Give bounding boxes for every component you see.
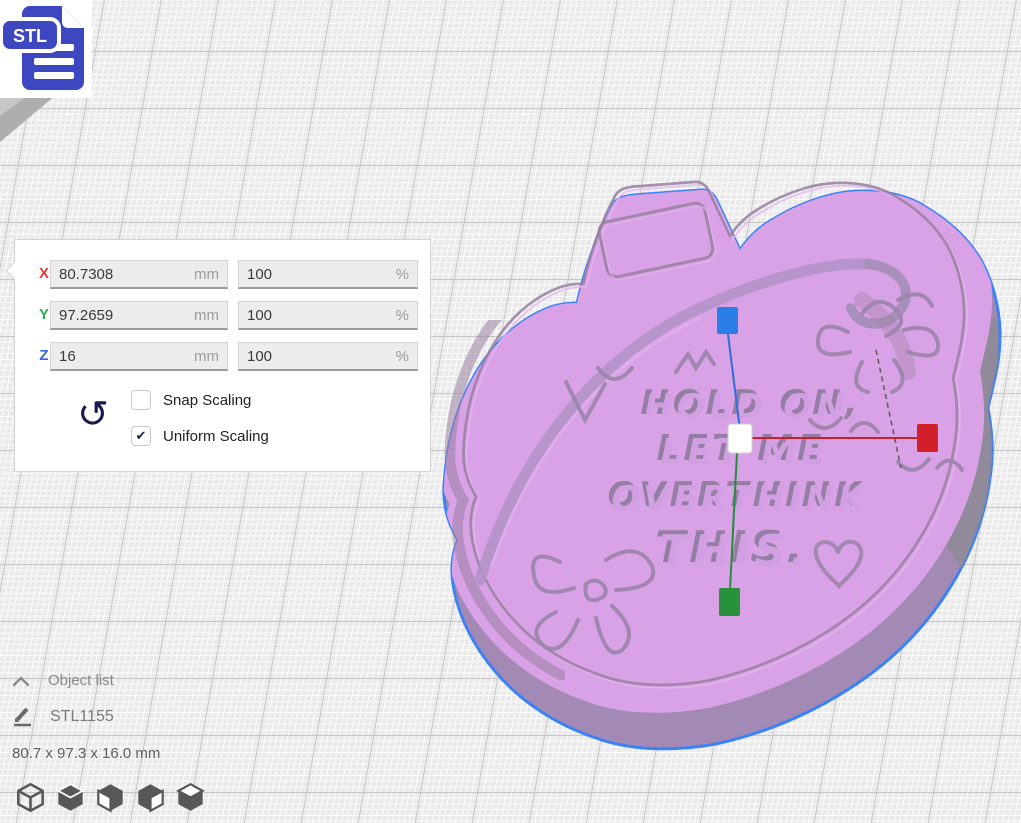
view-front-icon[interactable] — [56, 782, 85, 813]
z-axis-row: Z 16 mm 100 % — [15, 342, 430, 371]
z-percent-value: 100 — [247, 348, 272, 365]
object-list-header[interactable]: Object list — [12, 672, 114, 689]
y-size-unit: mm — [194, 307, 219, 324]
view-top-icon[interactable] — [96, 782, 125, 813]
svg-text:THIS.: THIS. — [659, 526, 811, 577]
uniform-scaling-label: Uniform Scaling — [163, 428, 269, 445]
x-percent-input[interactable]: 100 % — [238, 260, 418, 289]
z-percent-input[interactable]: 100 % — [238, 342, 418, 371]
model-dimensions: 80.7 x 97.3 x 16.0 mm — [12, 745, 160, 762]
y-size-value: 97.2659 — [59, 307, 113, 324]
uniform-scaling-checkbox[interactable]: ✔ — [131, 426, 151, 446]
y-percent-input[interactable]: 100 % — [238, 301, 418, 330]
svg-text:OVERTHINK: OVERTHINK — [612, 479, 869, 519]
view-right-icon[interactable] — [176, 782, 205, 813]
x-size-unit: mm — [194, 266, 219, 283]
y-percent-value: 100 — [247, 307, 272, 324]
svg-text:HOLD ON,: HOLD ON, — [644, 387, 865, 427]
y-axis-row: Y 97.2659 mm 100 % — [15, 301, 430, 330]
x-size-input[interactable]: 80.7308 mm — [50, 260, 228, 289]
x-scale-handle[interactable] — [917, 424, 938, 452]
pencil-icon — [12, 706, 34, 728]
stl-badge-label: STL — [13, 26, 47, 46]
stl-file-logo: STL — [0, 0, 92, 98]
x-percent-unit: % — [396, 266, 409, 283]
y-scale-handle[interactable] — [719, 588, 740, 616]
z-percent-unit: % — [396, 348, 409, 365]
x-size-value: 80.7308 — [59, 266, 113, 283]
snap-scaling-row: Snap Scaling — [131, 390, 251, 410]
scale-tool-panel: X 80.7308 mm 100 % Y 97.2659 mm 100 % Z — [14, 239, 431, 472]
3d-viewport[interactable]: HOLD ON, LET ME OVERTHINK THIS. HOLD ON,… — [0, 0, 1021, 823]
z-scale-handle[interactable] — [717, 307, 738, 334]
view-left-icon[interactable] — [136, 782, 165, 813]
snap-scaling-checkbox[interactable] — [131, 390, 151, 410]
y-percent-unit: % — [396, 307, 409, 324]
object-list-title: Object list — [48, 672, 114, 689]
x-axis-row: X 80.7308 mm 100 % — [15, 260, 430, 289]
uniform-scaling-row: ✔ Uniform Scaling — [131, 426, 269, 446]
z-size-input[interactable]: 16 mm — [50, 342, 228, 371]
uniform-scale-handle[interactable] — [728, 424, 752, 453]
stl-model[interactable]: HOLD ON, LET ME OVERTHINK THIS. HOLD ON,… — [436, 154, 1000, 749]
z-size-unit: mm — [194, 348, 219, 365]
reset-scale-button[interactable]: ↺ — [71, 392, 115, 440]
object-name: STL1155 — [50, 708, 114, 726]
collapse-chevron-icon — [12, 675, 30, 687]
z-size-value: 16 — [59, 348, 76, 365]
y-size-input[interactable]: 97.2659 mm — [50, 301, 228, 330]
object-list-item[interactable]: STL1155 — [12, 706, 114, 728]
view-3d-icon[interactable] — [16, 782, 45, 813]
snap-scaling-label: Snap Scaling — [163, 392, 251, 409]
x-percent-value: 100 — [247, 266, 272, 283]
camera-view-toolbar — [16, 782, 205, 813]
